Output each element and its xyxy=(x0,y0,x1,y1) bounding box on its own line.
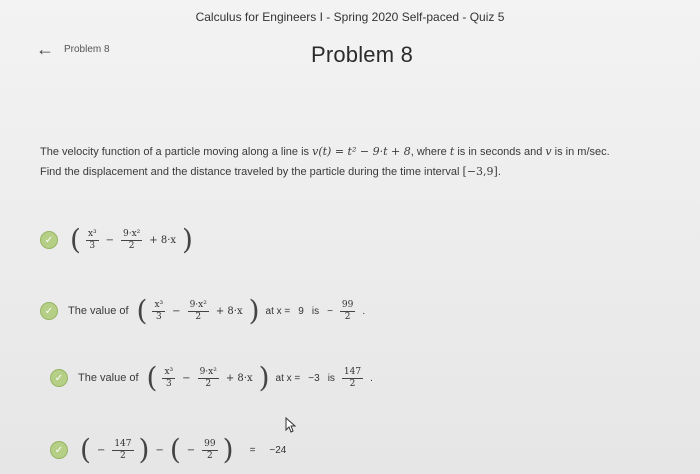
time-interval: [−3,9] xyxy=(462,165,498,178)
fraction-denominator: 2 xyxy=(128,240,135,251)
paren-open: ( xyxy=(169,433,181,466)
fraction: x³ 3 xyxy=(152,299,166,323)
answer-row-antiderivative: ✓ ( x³ 3 − 9·x² 2 + 8·x ) xyxy=(40,226,195,254)
fraction: 9·x² 2 xyxy=(121,228,143,252)
fraction-denominator: 3 xyxy=(155,311,162,322)
period: . xyxy=(370,372,373,384)
fraction-denominator: 2 xyxy=(205,378,212,389)
paren-close: ) xyxy=(222,433,234,466)
minus-sign: − xyxy=(182,372,191,384)
fraction-numerator: 9·x² xyxy=(121,228,143,241)
fraction: x³ 3 xyxy=(85,228,99,252)
v-variable: v xyxy=(545,145,552,158)
is-label: is xyxy=(327,372,335,384)
minus-sign: − xyxy=(155,444,164,456)
check-icon: ✓ xyxy=(40,231,58,249)
quiz-page: Calculus for Engineers I - Spring 2020 S… xyxy=(0,0,700,474)
antiderivative-expression: ( x³ 3 − 9·x² 2 + 8·x ) xyxy=(68,226,195,254)
check-icon: ✓ xyxy=(50,441,68,459)
paren-open: ( xyxy=(146,361,158,394)
fraction-denominator: 2 xyxy=(349,378,356,389)
mouse-cursor-icon xyxy=(285,417,297,433)
fraction-numerator: x³ xyxy=(162,366,176,379)
fraction-numerator: 147 xyxy=(341,366,364,379)
value-expression: ( x³ 3 − 9·x² 2 + 8·x ) at x = 9 is − 99 2 … xyxy=(135,297,370,325)
fraction-numerator: x³ xyxy=(152,299,166,312)
equals-sign: = xyxy=(249,444,256,456)
question-line1-mid2: is in seconds and xyxy=(457,146,543,158)
fraction-numerator: 9·x² xyxy=(197,366,219,379)
problem-title: Problem 8 xyxy=(0,42,700,68)
question-line2-suffix: . xyxy=(497,166,501,178)
difference-result: −24 xyxy=(269,444,287,456)
velocity-expression: v(t) = t² − 9·t + 8 xyxy=(312,145,411,158)
paren-open: ( xyxy=(70,223,81,256)
fraction: 99 2 xyxy=(202,438,218,462)
fraction-numerator: 147 xyxy=(112,438,134,451)
paren-close: ) xyxy=(182,223,193,256)
fraction-denominator: 3 xyxy=(165,378,172,389)
paren-close: ) xyxy=(248,294,260,327)
course-title: Calculus for Engineers I - Spring 2020 S… xyxy=(195,10,505,24)
minus-sign: − xyxy=(96,444,106,456)
check-icon: ✓ xyxy=(40,302,58,320)
at-x-label: at x = xyxy=(275,372,301,384)
fraction-denominator: 3 xyxy=(89,240,96,251)
x-value: 9 xyxy=(298,305,304,317)
paren-open: ( xyxy=(136,294,148,327)
answer-row-difference: ✓ ( − 147 2 ) − ( − 99 2 ) = −24 xyxy=(50,436,290,464)
minus-sign: − xyxy=(105,234,115,246)
linear-term: + 8·x xyxy=(149,234,177,246)
fraction-denominator: 2 xyxy=(120,450,126,461)
question-line1-suffix: is in m/sec. xyxy=(554,146,610,158)
value-label: The value of xyxy=(68,305,129,317)
fraction: x³ 3 xyxy=(162,366,176,390)
question-line1-mid: , where xyxy=(410,146,447,158)
period: . xyxy=(362,305,366,317)
minus-sign: − xyxy=(186,444,196,456)
paren-close: ) xyxy=(138,433,150,466)
value-expression: ( x³ 3 − 9·x² 2 + 8·x ) at x = −3 is 147 2 … xyxy=(145,364,377,392)
linear-term: + 8·x xyxy=(225,372,253,384)
negative-sign: − xyxy=(327,305,333,317)
fraction-numerator: 9·x² xyxy=(187,299,209,312)
fraction-numerator: 99 xyxy=(202,438,218,451)
answer-row-value-at-neg3: ✓ The value of ( x³ 3 − 9·x² 2 + 8·x ) at … xyxy=(50,364,377,392)
problem-title-text: Problem 8 xyxy=(310,42,414,67)
fraction: 147 2 xyxy=(112,438,134,462)
linear-term: + 8·x xyxy=(215,305,243,317)
paren-close: ) xyxy=(258,361,270,394)
t-variable: t xyxy=(449,145,455,158)
question-line2-prefix: Find the displacement and the distance t… xyxy=(40,166,460,178)
fraction-numerator: x³ xyxy=(85,228,99,241)
fraction: 9·x² 2 xyxy=(187,299,209,323)
fraction: 9·x² 2 xyxy=(197,366,219,390)
fraction-denominator: 2 xyxy=(207,450,213,461)
fraction-denominator: 2 xyxy=(344,311,351,322)
is-label: is xyxy=(311,305,320,317)
paren-open: ( xyxy=(80,433,91,466)
question-line1-prefix: The velocity function of a particle movi… xyxy=(40,146,310,158)
fraction-numerator: 99 xyxy=(339,299,356,312)
result-fraction: 147 2 xyxy=(341,366,364,390)
question-text: The velocity function of a particle movi… xyxy=(40,142,680,182)
value-label: The value of xyxy=(78,372,139,384)
answer-row-value-at-9: ✓ The value of ( x³ 3 − 9·x² 2 + 8·x ) at … xyxy=(40,297,369,325)
fraction-denominator: 2 xyxy=(195,311,202,322)
difference-expression: ( − 147 2 ) − ( − 99 2 ) = −24 xyxy=(78,436,290,464)
x-value: −3 xyxy=(308,372,320,384)
question-line-2: Find the displacement and the distance t… xyxy=(40,162,680,182)
minus-sign: − xyxy=(172,305,181,317)
result-fraction: 99 2 xyxy=(339,299,356,323)
at-x-label: at x = xyxy=(265,305,291,317)
question-line-1: The velocity function of a particle movi… xyxy=(40,142,680,162)
check-icon: ✓ xyxy=(50,369,68,387)
